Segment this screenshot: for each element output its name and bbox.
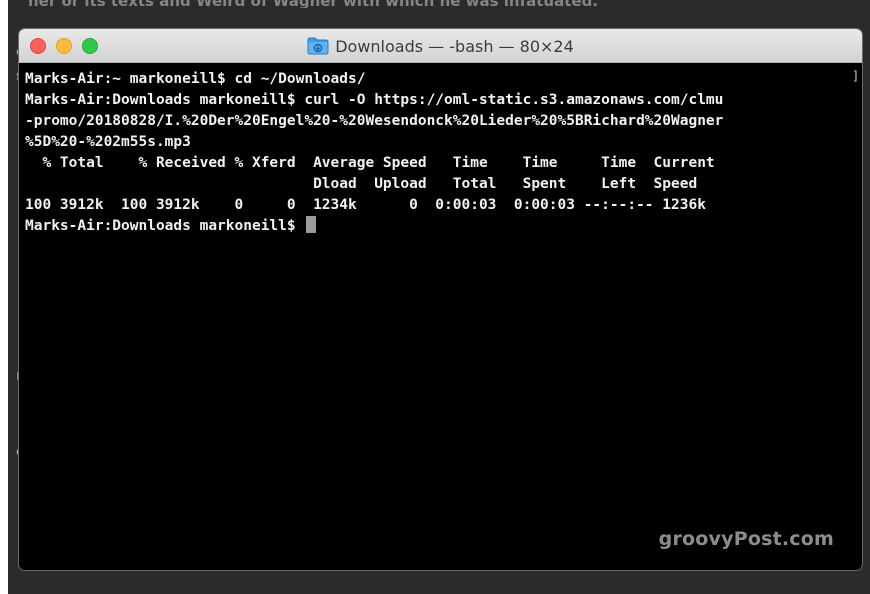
text-cursor [306,216,317,233]
terminal-line: Marks-Air:~ markoneill$ cd ~/Downloads/ [25,71,366,87]
window-title-group: Downloads — -bash — 80×24 [19,29,862,63]
terminal-content[interactable]: Marks-Air:~ markoneill$ cd ~/Downloads/ … [19,63,862,570]
terminal-prompt: Marks-Air:Downloads markoneill$ [25,218,305,234]
scroll-marker: ] [852,69,860,83]
folder-icon [307,37,329,55]
window-title: Downloads — -bash — 80×24 [335,36,574,56]
terminal-line: 100 3912k 100 3912k 0 0 1234k 0 0:00:03 … [25,197,706,213]
title-bar[interactable]: Downloads — -bash — 80×24 [19,29,862,63]
terminal-line: %5D%20-%202m55s.mp3 [25,134,191,150]
terminal-line: Marks-Air:Downloads markoneill$ curl -O … [25,92,724,108]
terminal-window[interactable]: Downloads — -bash — 80×24 Marks-Air:~ ma… [19,29,862,570]
desktop-background-text: ner or its texts and Weird of Wagner wit… [28,0,648,8]
watermark: groovyPost.com [658,528,834,550]
terminal-line: -promo/20180828/I.%20Der%20Engel%20-%20W… [25,113,724,129]
terminal-line: % Total % Received % Xferd Average Speed… [25,155,715,171]
terminal-line: Dload Upload Total Spent Left Speed [25,176,698,192]
terminal-prompt-line[interactable]: Marks-Air:Downloads markoneill$ [25,216,862,237]
